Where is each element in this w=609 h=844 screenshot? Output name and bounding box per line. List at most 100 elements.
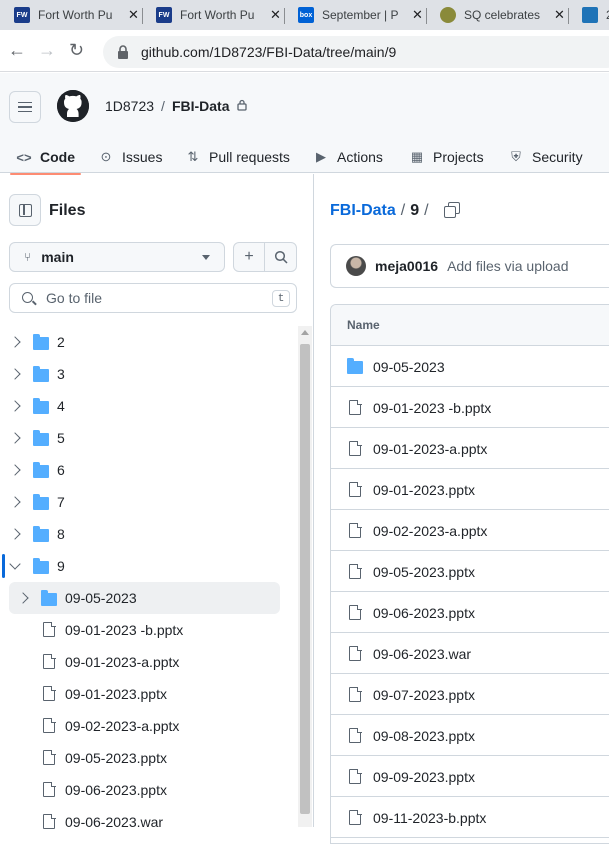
browser-tab-strip: FW Fort Worth Pu ✕ FW Fort Worth Pu ✕ box Septe…: [0, 0, 609, 30]
tree-scrollbar[interactable]: [298, 326, 312, 827]
tab-label: Projects: [433, 149, 484, 165]
owner-link[interactable]: 1D8723: [105, 98, 154, 114]
directory-breadcrumb: FBI-Data / 9 /: [330, 202, 429, 220]
browser-tab[interactable]: box September | P ✕: [288, 2, 423, 28]
file-name-link[interactable]: 09-02-2023-a.pptx: [373, 523, 487, 539]
reload-icon[interactable]: ↻: [69, 40, 84, 60]
tree-item[interactable]: 09-05-2023: [9, 582, 280, 614]
chevron-right-icon[interactable]: [9, 528, 21, 540]
issues-icon: ⊙: [100, 149, 112, 164]
tree-item[interactable]: 9: [0, 550, 296, 582]
close-tab-icon[interactable]: ✕: [554, 7, 565, 23]
table-row[interactable]: 09-05-2023.pptx: [331, 551, 609, 592]
table-row[interactable]: 09-07-2023.pptx: [331, 674, 609, 715]
tree-item[interactable]: 6: [0, 454, 296, 486]
file-name-link[interactable]: 09-11-2023-b.pptx: [373, 810, 486, 826]
add-file-button[interactable]: +: [234, 243, 266, 271]
tree-item[interactable]: 09-01-2023 -b.pptx: [0, 614, 296, 646]
tree-item[interactable]: 09-06-2023.war: [0, 806, 296, 838]
table-row[interactable]: 09-01-2023 -b.pptx: [331, 387, 609, 428]
chevron-right-icon[interactable]: [9, 496, 21, 508]
tab-pull-requests[interactable]: ⇅ Pull requests: [185, 141, 290, 173]
tab-issues[interactable]: ⊙ Issues: [98, 141, 163, 173]
scrollbar-thumb[interactable]: [300, 344, 310, 814]
table-row[interactable]: 09-01-2023-a.pptx: [331, 428, 609, 469]
forward-icon[interactable]: →: [38, 40, 56, 60]
file-name-link[interactable]: 09-01-2023 -b.pptx: [373, 400, 491, 416]
tree-item[interactable]: 09-02-2023-a.pptx: [0, 710, 296, 742]
avatar[interactable]: [346, 256, 366, 276]
table-row[interactable]: 09-05-2023: [331, 346, 609, 387]
chevron-right-icon[interactable]: [17, 592, 29, 604]
copy-path-icon[interactable]: [444, 202, 460, 218]
file-name-link[interactable]: 09-06-2023.pptx: [373, 605, 475, 621]
tab-insights[interactable]: ⌊: [603, 141, 609, 173]
repo-link[interactable]: FBI-Data: [172, 98, 230, 114]
chevron-right-icon[interactable]: [9, 464, 21, 476]
tree-item[interactable]: 09-01-2023-a.pptx: [0, 646, 296, 678]
tab-code[interactable]: <> Code: [10, 141, 81, 175]
file-icon: [349, 768, 362, 784]
commit-author[interactable]: meja0016: [375, 258, 438, 274]
chevron-right-icon[interactable]: [9, 432, 21, 444]
tree-item[interactable]: 2: [0, 326, 296, 358]
chevron-right-icon[interactable]: [9, 336, 21, 348]
repo-root-link[interactable]: FBI-Data: [330, 202, 396, 220]
menu-button[interactable]: [9, 91, 41, 123]
tree-item[interactable]: 3: [0, 358, 296, 390]
file-name-link[interactable]: 09-08-2023.pptx: [373, 728, 475, 744]
tree-item[interactable]: 8: [0, 518, 296, 550]
browser-tab[interactable]: FW Fort Worth Pu ✕: [146, 2, 281, 28]
browser-tab[interactable]: 2: [572, 2, 609, 28]
commit-message[interactable]: Add files via upload: [447, 258, 568, 274]
tab-actions[interactable]: ▶ Actions: [313, 141, 383, 173]
collapse-sidebar-button[interactable]: [9, 194, 41, 226]
close-tab-icon[interactable]: ✕: [270, 7, 281, 23]
table-row[interactable]: 09-06-2023.pptx: [331, 592, 609, 633]
table-row[interactable]: 09-01-2023.pptx: [331, 469, 609, 510]
table-row[interactable]: 09-09-2023.pptx: [331, 756, 609, 797]
scroll-up-icon[interactable]: [301, 330, 309, 335]
github-logo-icon[interactable]: [57, 90, 89, 122]
file-name-link[interactable]: 09-07-2023.pptx: [373, 687, 475, 703]
file-name-link[interactable]: 09-01-2023.pptx: [373, 482, 475, 498]
tab-projects[interactable]: ▦ Projects: [409, 141, 484, 173]
chevron-down-icon[interactable]: [9, 558, 21, 570]
back-icon[interactable]: ←: [8, 40, 26, 60]
tree-item[interactable]: 4: [0, 390, 296, 422]
tab-security[interactable]: ⛨ Security: [508, 141, 582, 173]
table-row[interactable]: 09-06-2023.war: [331, 633, 609, 674]
folder-icon: [33, 366, 49, 382]
tree-item[interactable]: 09-06-2023.pptx: [0, 774, 296, 806]
folder-icon: [33, 398, 49, 414]
file-name-link[interactable]: 09-06-2023.war: [373, 646, 471, 662]
fw-favicon-icon: FW: [156, 7, 172, 23]
search-button[interactable]: [265, 243, 296, 271]
file-name-link[interactable]: 09-05-2023: [373, 359, 445, 375]
table-row[interactable]: 09-08-2023.pptx: [331, 715, 609, 756]
file-name-link[interactable]: 09-01-2023-a.pptx: [373, 441, 487, 457]
tree-item[interactable]: 09-05-2023.pptx: [0, 742, 296, 774]
tab-label: Actions: [337, 149, 383, 165]
file-name-link[interactable]: 09-05-2023.pptx: [373, 564, 475, 580]
close-tab-icon[interactable]: ✕: [412, 7, 423, 23]
chevron-right-icon[interactable]: [9, 368, 21, 380]
close-tab-icon[interactable]: ✕: [128, 7, 139, 23]
browser-tab[interactable]: FW Fort Worth Pu ✕: [4, 2, 139, 28]
chevron-right-icon[interactable]: [9, 400, 21, 412]
current-directory: 9: [410, 202, 420, 219]
file-name-link[interactable]: 09-09-2023.pptx: [373, 769, 475, 785]
table-row[interactable]: 09-02-2023-a.pptx: [331, 510, 609, 551]
lock-icon: [117, 45, 129, 59]
table-row[interactable]: 09-11-2023-b.pptx: [331, 797, 609, 838]
file-tree-panel: Files ⑂ main + Go to file t 2 3 4 5 6 7 8 9 09-0…: [0, 174, 314, 830]
go-to-file-input[interactable]: Go to file t: [9, 283, 297, 313]
branch-selector[interactable]: ⑂ main: [9, 242, 225, 272]
browser-tab[interactable]: SQ celebrates ✕: [430, 2, 565, 28]
address-bar[interactable]: github.com/1D8723/FBI-Data/tree/main/9: [103, 36, 609, 68]
tree-item[interactable]: 7: [0, 486, 296, 518]
directory-content: FBI-Data / 9 / meja0016 Add files via up…: [315, 174, 609, 844]
table-header-name: Name: [331, 305, 609, 346]
tree-item[interactable]: 5: [0, 422, 296, 454]
tree-item[interactable]: 09-01-2023.pptx: [0, 678, 296, 710]
